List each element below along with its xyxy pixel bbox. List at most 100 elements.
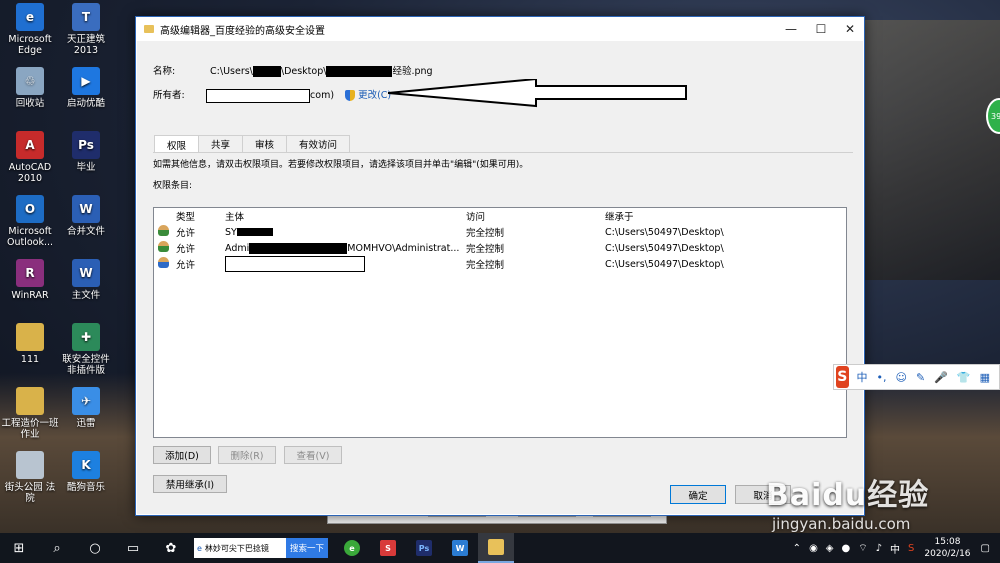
redacted-block (252, 66, 281, 77)
baidu-watermark-url: jingyan.baidu.com (772, 515, 911, 533)
column-header-principal[interactable]: 主体 (225, 209, 466, 223)
desktop-icon[interactable]: K 酷狗音乐 (56, 451, 116, 493)
name-label: 名称: (153, 66, 176, 77)
desktop-icon[interactable]: T 天正建筑 2013 (56, 3, 116, 56)
taskbar-search-button[interactable]: 搜索一下 (286, 538, 329, 558)
desktop-icon-label: 迅雷 (76, 418, 96, 429)
desktop-icon[interactable]: e Microsoft Edge (0, 3, 60, 56)
principal-prefix: Admi (225, 242, 250, 254)
wechat-icon[interactable]: ● (842, 543, 851, 554)
desktop-icon-label: 回收站 (15, 98, 45, 109)
desktop-icon[interactable]: 工程造价一班 作业 (0, 387, 60, 440)
search-icon[interactable]: ⌕ (38, 533, 76, 563)
tab-strip: 权限 共享 审核 有效访问 (154, 135, 351, 153)
taskbar-search-text[interactable]: e 林妙可尖下巴捻镜 (194, 538, 286, 558)
ime-emoji-icon[interactable]: ☺ (896, 371, 907, 384)
row-access: 完全控制 (466, 244, 505, 255)
start-button[interactable]: ⊞ (0, 533, 38, 563)
desktop-icon-label: 合并文件 (66, 226, 105, 237)
desktop-icon[interactable]: W 主文件 (56, 259, 116, 301)
users-group-icon (158, 225, 169, 236)
tab-sharing[interactable]: 共享 (198, 135, 244, 152)
desktop-icon[interactable]: ♲ 回收站 (0, 67, 60, 109)
volume-icon[interactable]: ♪ (876, 543, 882, 554)
desktop-icon[interactable]: ✈ 迅雷 (56, 387, 116, 429)
qq-icon[interactable]: ◉ (809, 543, 818, 554)
desktop-icon[interactable]: O Microsoft Outlook... (0, 195, 60, 248)
tab-permissions[interactable]: 权限 (154, 135, 200, 153)
tab-auditing[interactable]: 审核 (242, 135, 288, 152)
maximize-button[interactable]: ☐ (806, 17, 836, 41)
photoshop-file-icon: Ps (72, 131, 100, 159)
action-center-icon[interactable]: ▢ (981, 543, 990, 554)
table-row[interactable]: 允许 完全控制 C:\Users\50497\Desktop\ (154, 256, 846, 272)
ime-voice-icon[interactable]: 🎤 (934, 371, 948, 384)
name-path-mid: \Desktop\ (280, 66, 327, 77)
taskbar-app-360[interactable]: e (334, 533, 370, 563)
autocad-icon: A (16, 131, 44, 159)
taskbar-app-explorer[interactable] (478, 533, 515, 563)
ime-punct-icon[interactable]: •, (877, 371, 887, 384)
column-header-access[interactable]: 访问 (466, 209, 605, 223)
minimize-button[interactable]: — (776, 17, 806, 41)
file-explorer-icon (488, 539, 505, 555)
file-icon (16, 451, 44, 479)
desktop-icon[interactable]: Ps 毕业 (56, 131, 116, 173)
ime-toolbar[interactable]: S 中 •, ☺ ✎ 🎤 👕 ▦ (833, 364, 1000, 390)
uac-shield-icon (345, 90, 356, 101)
taskbar-app-wps[interactable]: S (370, 533, 406, 563)
tab-effective-access[interactable]: 有效访问 (286, 135, 351, 152)
system-clock[interactable]: 15:08 2020/2/16 (924, 536, 970, 560)
folder-icon (16, 323, 44, 351)
row-inherited-from: C:\Users\50497\Desktop\ (605, 242, 724, 254)
close-button[interactable]: ✕ (836, 17, 864, 41)
user-icon (158, 257, 169, 268)
desktop-icon[interactable]: ▶ 启动优酷 (56, 67, 116, 109)
column-header-inherited-from[interactable]: 继承于 (605, 209, 835, 223)
row-type: 允许 (176, 244, 196, 255)
permission-entries-list[interactable]: 类型 主体 访问 继承于 允许 SY 完全控制 C:\Users\50497\D… (153, 207, 847, 438)
taskbar-app-photoshop[interactable]: Ps (406, 533, 442, 563)
row-access: 完全控制 (466, 228, 505, 239)
ime-grid-icon[interactable]: ▦ (980, 371, 990, 384)
ime-skin-icon[interactable]: ✎ (916, 371, 925, 384)
security-icon[interactable]: ◈ (826, 543, 834, 554)
sogou-tray-icon[interactable]: S (908, 543, 914, 554)
column-header-type[interactable]: 类型 (176, 209, 225, 223)
recycle-bin-icon: ♲ (16, 67, 44, 95)
desktop-icon[interactable]: ✚ 联安全控件 非插件版 (56, 323, 116, 376)
table-row[interactable]: 允许 SY 完全控制 C:\Users\50497\Desktop\ (154, 224, 846, 240)
desktop-icon[interactable]: 111 (0, 323, 60, 365)
dialog-titlebar[interactable]: 高级编辑器_百度经验的高级安全设置 — ☐ ✕ (136, 17, 864, 41)
pinwheel-icon[interactable]: ✿ (152, 533, 190, 563)
desktop-icon[interactable]: 街头公园 法 院 (0, 451, 60, 504)
desktop-icon-label: 天正建筑 2013 (66, 34, 105, 56)
desktop-icon-label: Microsoft Edge (8, 34, 52, 56)
desktop-icon[interactable]: R WinRAR (0, 259, 60, 301)
list-header: 类型 主体 访问 继承于 (154, 208, 846, 224)
desktop-icon[interactable]: W 合并文件 (56, 195, 116, 237)
ime-lang-toggle[interactable]: 中 (857, 369, 868, 385)
remove-button[interactable]: 删除(R) (218, 446, 276, 464)
word-file-icon: W (72, 259, 100, 287)
clock-time: 15:08 (934, 537, 961, 547)
ok-button[interactable]: 确定 (670, 485, 726, 504)
network-icon[interactable]: ⌔ (858, 542, 867, 555)
input-method-icon[interactable]: 中 (890, 541, 900, 556)
desktop-icon-label: 酷狗音乐 (66, 482, 105, 493)
ime-menu-icon[interactable]: 👕 (957, 371, 971, 384)
change-owner-link[interactable]: 更改(C) (345, 90, 391, 101)
youku-icon: ▶ (72, 67, 100, 95)
disable-inheritance-button[interactable]: 禁用继承(I) (153, 475, 227, 493)
add-button[interactable]: 添加(D) (153, 446, 211, 464)
taskbar-app-word[interactable]: W (442, 533, 478, 563)
row-principal (225, 256, 466, 272)
show-hidden-icons-icon[interactable]: ⌃ (793, 543, 801, 554)
desktop-icon[interactable]: A AutoCAD 2010 (0, 131, 60, 184)
folder-icon (16, 387, 44, 415)
view-button[interactable]: 查看(V) (284, 446, 342, 464)
cortana-icon[interactable]: ○ (76, 533, 114, 563)
table-row[interactable]: 允许 Admi MOMHVO\Administrat... 完全控制 C:\Use… (154, 240, 846, 256)
taskbar-search[interactable]: e 林妙可尖下巴捻镜 搜索一下 (194, 537, 329, 559)
task-view-icon[interactable]: ▭ (114, 533, 152, 563)
